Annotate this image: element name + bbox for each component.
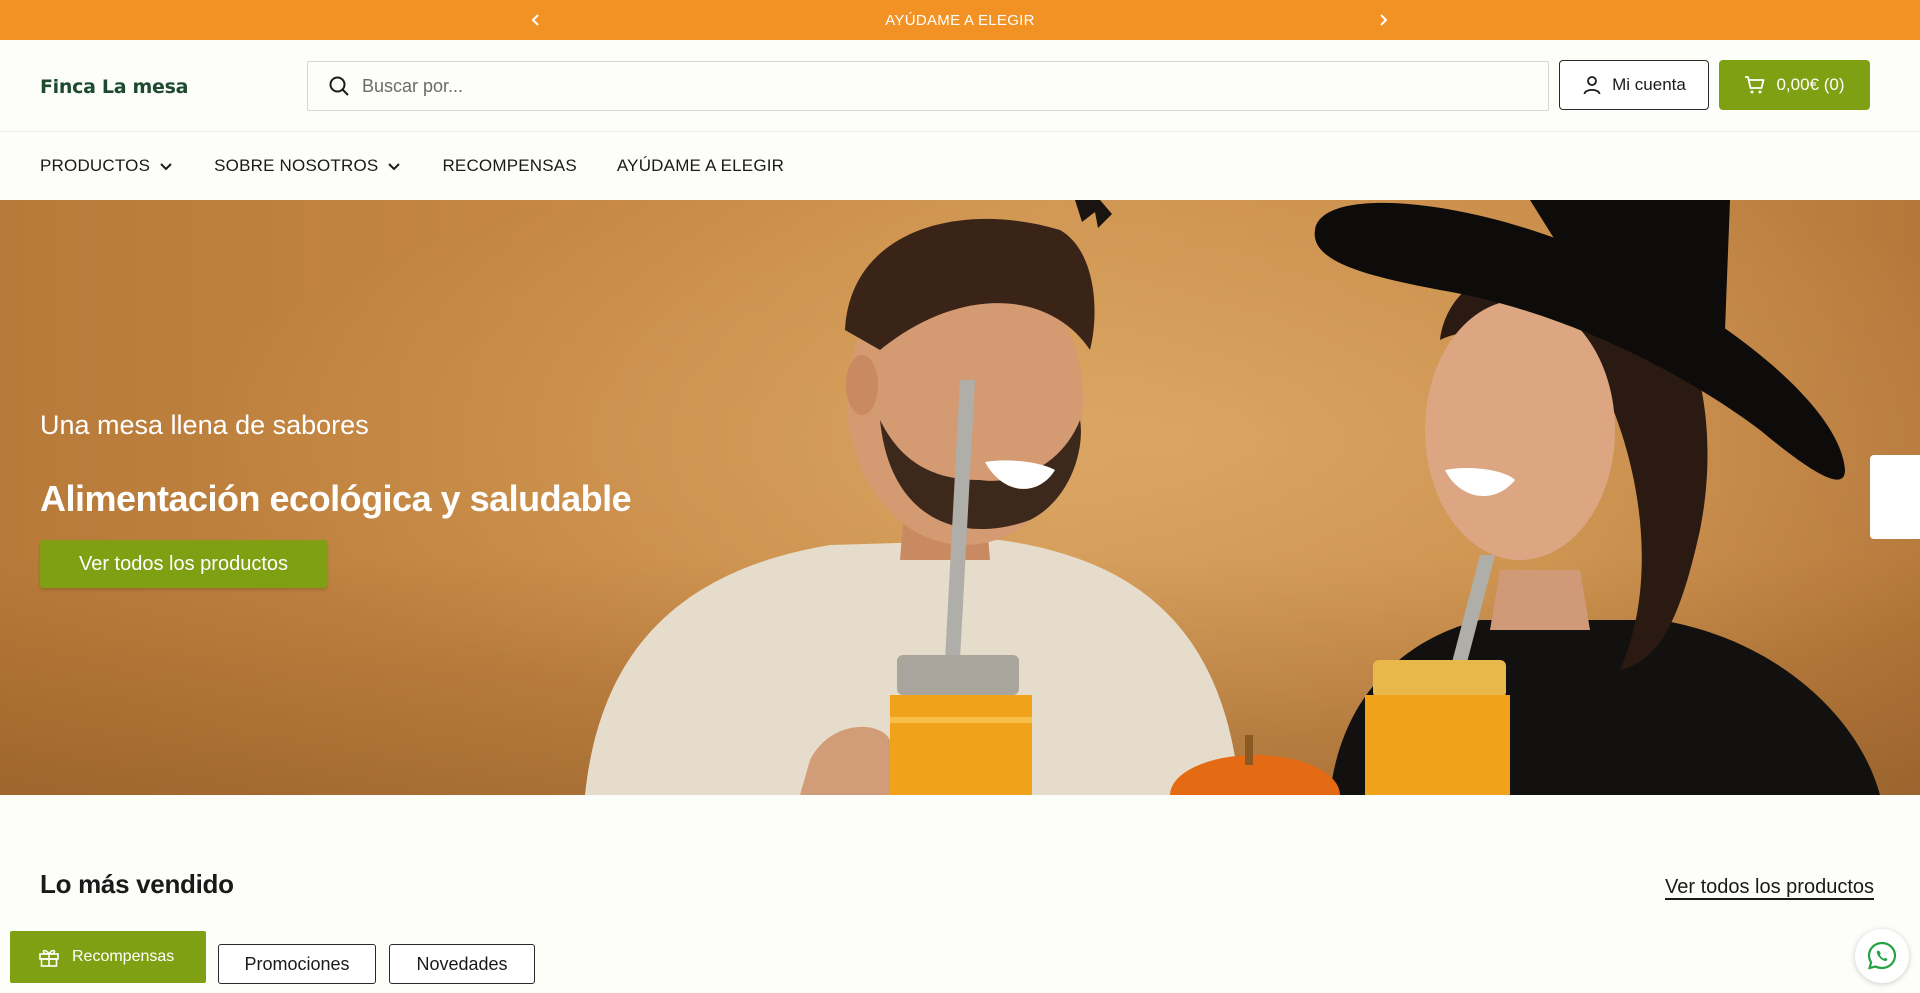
nav-item-label: RECOMPENSAS (442, 156, 577, 175)
cart-button[interactable]: 0,00€ (0) (1719, 60, 1870, 110)
cart-total: 0,00€ (0) (1776, 75, 1845, 94)
chevron-right-icon (1380, 14, 1388, 26)
account-button[interactable]: Mi cuenta (1559, 60, 1709, 110)
announcement-link[interactable]: AYÚDAME A ELEGIR (885, 12, 1035, 29)
logo-image: Finca La mesa (40, 76, 188, 98)
rewards-widget-button[interactable]: Recompensas (10, 931, 206, 983)
whatsapp-button[interactable] (1855, 929, 1909, 983)
chevron-down-icon (160, 163, 172, 171)
rewards-widget-label: Recompensas (72, 948, 175, 965)
view-all-products-link[interactable]: Ver todos los productos (1665, 876, 1874, 899)
bestsellers-title: Lo más vendido (40, 869, 234, 899)
nav-item-ayudame-a-elegir[interactable]: AYÚDAME A ELEGIR (617, 156, 784, 176)
search-input[interactable] (362, 75, 1512, 97)
main-nav: PRODUCTOS SOBRE NOSOTROS RECOMPENSAS AYÚ… (0, 132, 1920, 200)
logo[interactable]: Finca La mesa (40, 72, 190, 100)
announcement-prev-button[interactable] (526, 10, 546, 30)
nav-item-label: PRODUCTOS (40, 156, 151, 175)
user-icon (1583, 76, 1601, 95)
tab-novedades[interactable]: Novedades (389, 944, 535, 984)
hero-title: Alimentación ecológica y saludable (40, 478, 632, 519)
hero-cta-button[interactable]: Ver todos los productos (40, 540, 327, 588)
whatsapp-icon (1867, 941, 1897, 970)
cart-icon (1745, 76, 1765, 94)
gift-icon (39, 949, 59, 967)
side-tab[interactable] (1870, 455, 1920, 539)
nav-item-productos[interactable]: PRODUCTOS (40, 156, 174, 176)
nav-item-sobre-nosotros[interactable]: SOBRE NOSOTROS (214, 156, 402, 176)
tab-label: Promociones (244, 953, 350, 974)
search-icon (329, 76, 349, 96)
chevron-left-icon (531, 14, 539, 26)
tab-promociones[interactable]: Promociones (218, 944, 376, 984)
chevron-down-icon (388, 163, 401, 171)
nav-item-label: AYÚDAME A ELEGIR (616, 156, 785, 175)
hero-cta-label: Ver todos los productos (78, 552, 288, 575)
search-bar[interactable] (307, 61, 1549, 111)
nav-item-recompensas[interactable]: RECOMPENSAS (442, 156, 576, 176)
logo-text: Finca La mesa (40, 76, 188, 98)
tab-label: Novedades (416, 953, 508, 974)
announcement-bar: AYÚDAME A ELEGIR (0, 0, 1920, 40)
announcement-next-button[interactable] (1373, 10, 1393, 30)
site-header: Finca La mesa Mi cuenta 0,00€ (0) (0, 40, 1920, 132)
hero-subtitle: Una mesa llena de sabores (40, 410, 369, 440)
nav-item-label: SOBRE NOSOTROS (214, 156, 379, 175)
hero-banner: Una mesa llena de sabores Alimentación e… (0, 200, 1920, 795)
account-label: Mi cuenta (1612, 75, 1686, 94)
